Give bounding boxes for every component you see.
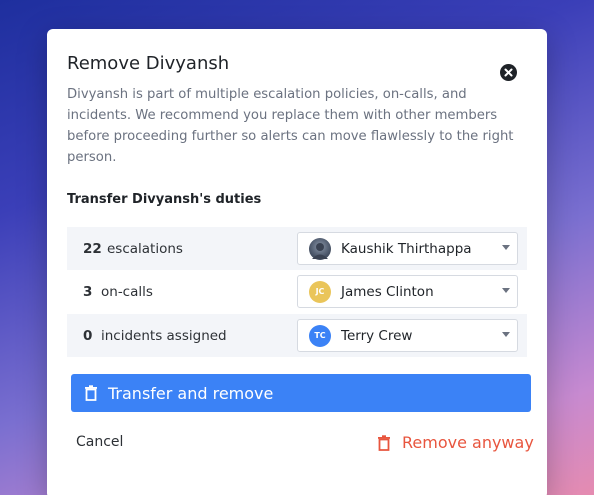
remove-anyway-label: Remove anyway [402, 433, 534, 452]
user-photo-icon [312, 242, 328, 259]
cancel-button[interactable]: Cancel [76, 434, 123, 450]
duty-row-incidents: 0 incidents assigned TC Terry Crew [67, 314, 527, 357]
avatar: JC [309, 280, 331, 303]
transfer-and-remove-button[interactable]: Transfer and remove [71, 374, 531, 412]
close-button[interactable] [500, 64, 517, 81]
trash-icon [84, 385, 98, 401]
caret-down-icon [502, 288, 510, 293]
caret-down-icon [502, 332, 510, 337]
avatar: TC [309, 324, 331, 347]
avatar [309, 237, 331, 260]
assignee-select-on-calls[interactable]: JC James Clinton [297, 275, 518, 308]
duty-count: 3 [83, 283, 93, 300]
duty-count: 22 [83, 240, 102, 257]
section-title: Transfer Divyansh's duties [67, 192, 262, 207]
close-icon [504, 68, 513, 77]
assignee-select-escalations[interactable]: Kaushik Thirthappa [297, 232, 518, 265]
assignee-name: Terry Crew [341, 327, 413, 344]
duty-row-on-calls: 3 on-calls JC James Clinton [67, 270, 527, 313]
duty-label: incidents assigned [101, 327, 227, 344]
assignee-select-incidents[interactable]: TC Terry Crew [297, 319, 518, 352]
duty-count: 0 [83, 327, 93, 344]
duty-label: escalations [107, 240, 183, 257]
caret-down-icon [502, 245, 510, 250]
assignee-name: James Clinton [341, 283, 434, 300]
duty-label: on-calls [101, 283, 153, 300]
dialog-description: Divyansh is part of multiple escalation … [67, 87, 514, 165]
trash-icon [377, 434, 391, 451]
duty-row-escalations: 22 escalations Kaushik Thirthappa [67, 227, 527, 270]
remove-anyway-button[interactable]: Remove anyway [377, 433, 534, 452]
transfer-and-remove-label: Transfer and remove [108, 383, 274, 403]
dialog-title: Remove Divyansh [67, 53, 230, 74]
assignee-name: Kaushik Thirthappa [341, 240, 472, 257]
remove-member-dialog: Remove Divyansh Divyansh is part of mult… [47, 29, 547, 495]
